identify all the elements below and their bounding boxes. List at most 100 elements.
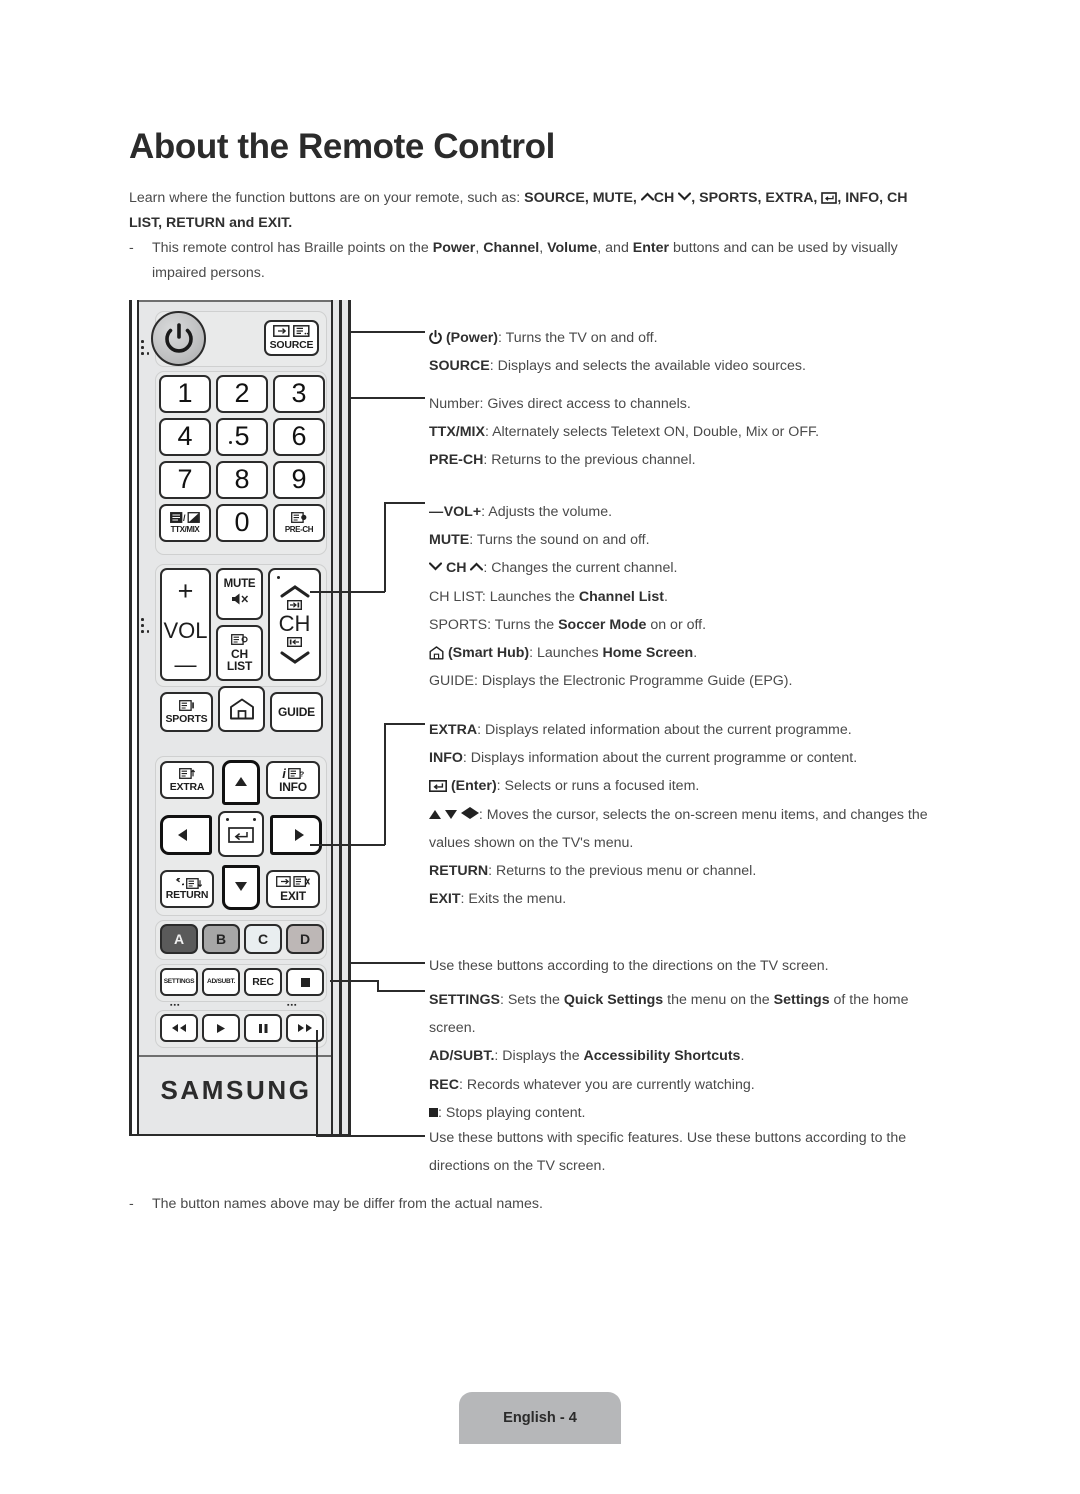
pause-button[interactable] — [244, 1014, 282, 1042]
number-2-button[interactable]: 2 — [216, 375, 268, 413]
channel-label: CH — [278, 611, 311, 637]
note-text: The button names above may be differ fro… — [152, 1196, 543, 1212]
return-label: RETURN — [165, 888, 209, 901]
extra-icon — [179, 767, 196, 781]
footer-note: - The button names above may be differ f… — [129, 1192, 929, 1217]
rec-button[interactable]: REC — [244, 968, 282, 996]
desc-enter-rest: : Selects or runs a focused item. — [496, 778, 700, 795]
desc-ttxmix-bold: TTX/MIX — [429, 424, 485, 441]
rewind-icon — [172, 1024, 186, 1032]
color-b-button[interactable]: B — [202, 924, 240, 954]
number-4-button[interactable]: 4 — [159, 418, 211, 456]
desc-extra-rest: : Displays related information about the… — [477, 722, 852, 738]
ttx-mix-button[interactable]: / TTX/MIX — [159, 504, 211, 542]
ch-list-button[interactable]: CH LIST — [216, 625, 263, 681]
desc-stop-rest: : Stops playing content. — [438, 1104, 586, 1121]
leader-line-power — [350, 331, 425, 333]
number-5-label: 5 — [234, 421, 250, 452]
desc-numbers: Number: Gives direct access to channels.… — [429, 390, 949, 475]
exit-button[interactable]: EXIT — [266, 870, 320, 908]
desc-adsubt-bold: AD/SUBT. — [429, 1048, 495, 1065]
desc-extra-line: EXTRA: Displays related information abou… — [429, 716, 944, 744]
desc-ch-bold: CH — [445, 560, 467, 577]
desc-enter-line: (Enter): Selects or runs a focused item. — [429, 772, 944, 800]
mute-button[interactable]: MUTE — [216, 568, 263, 620]
channel-button[interactable]: CH — [268, 568, 321, 681]
desc-sports-line: SPORTS: Turns the Soccer Mode on or off. — [429, 611, 949, 639]
desc-adsubt-bold2: Accessibility Shortcuts — [583, 1048, 741, 1065]
number-6-button[interactable]: 6 — [273, 418, 325, 456]
chevron-down-icon-ch — [429, 562, 442, 571]
number-8-button[interactable]: 8 — [216, 461, 268, 499]
source-icon — [272, 325, 311, 339]
number-7-button[interactable]: 7 — [159, 461, 211, 499]
channel-prev-glyph — [286, 636, 303, 647]
dpad-up-button[interactable] — [222, 760, 260, 805]
desc-prech-bold: PRE-CH — [429, 452, 484, 469]
enter-button[interactable] — [218, 811, 264, 857]
mute-icon — [231, 592, 249, 608]
desc-guide-label: GUIDE — [429, 673, 474, 690]
desc-mute-line: MUTE: Turns the sound on and off. — [429, 526, 949, 554]
mute-glyph — [231, 593, 248, 605]
extra-button[interactable]: EXTRA — [160, 761, 214, 799]
extra-label: EXTRA — [169, 780, 205, 793]
desc-number-line: Number: Gives direct access to channels. — [429, 390, 949, 418]
settings-button[interactable]: SETTINGS — [160, 968, 198, 996]
power-button[interactable] — [151, 311, 206, 366]
smart-hub-button[interactable] — [218, 686, 265, 732]
color-d-button[interactable]: D — [286, 924, 324, 954]
color-a-button[interactable]: A — [160, 924, 198, 954]
desc-ttxmix-line: TTX/MIX: Alternately selects Teletext ON… — [429, 418, 949, 446]
info-icon: i ? — [282, 767, 304, 780]
info-label: INFO — [279, 779, 307, 794]
return-list-glyph — [186, 877, 202, 889]
desc-settings-bold2: Quick Settings — [563, 992, 664, 1008]
dpad-right-button[interactable] — [270, 815, 322, 855]
page-footer-label: English - 4 — [459, 1392, 621, 1444]
desc-chlist-end: . — [664, 588, 668, 605]
return-button[interactable]: RETURN — [160, 870, 214, 908]
ttx-mix-icon: / — [170, 511, 200, 525]
power-icon-inline — [429, 330, 442, 344]
source-button[interactable]: SOURCE — [264, 320, 319, 356]
number-5-button[interactable]: 5 — [216, 418, 268, 456]
samsung-logo: SAMSUNG — [160, 1075, 312, 1105]
volume-button[interactable]: + VOL — — [160, 568, 211, 681]
dpad-down-button[interactable] — [222, 865, 260, 910]
guide-button[interactable]: GUIDE — [270, 692, 323, 732]
number-0-button[interactable]: 0 — [216, 504, 268, 542]
desc-settings-bold3: Settings — [773, 992, 830, 1008]
dpad-left-button[interactable] — [160, 815, 212, 855]
leader-line-dpad-bottom — [310, 844, 385, 846]
sports-button[interactable]: SPORTS — [160, 692, 213, 732]
rewind-button[interactable] — [160, 1014, 198, 1042]
desc-settings-line: SETTINGS: Sets the Quick Settings the me… — [429, 986, 919, 1042]
number-9-button[interactable]: 9 — [273, 461, 325, 499]
color-c-button[interactable]: C — [244, 924, 282, 954]
fast-forward-button[interactable] — [286, 1014, 324, 1042]
play-icon — [217, 1023, 225, 1033]
braille-note-power: Power — [432, 240, 476, 256]
ad-subt-button[interactable]: AD/SUBT. — [202, 968, 240, 996]
pre-ch-icon — [291, 511, 307, 525]
number-1-button[interactable]: 1 — [159, 375, 211, 413]
leader-line-volch-top — [385, 502, 425, 504]
info-button[interactable]: i ? INFO — [266, 761, 320, 799]
enter-icon-inline — [429, 780, 447, 793]
stop-square-icon — [429, 1107, 438, 1117]
mute-label: MUTE — [223, 577, 256, 590]
desc-exit-line: EXIT: Exits the menu. — [429, 885, 944, 913]
stop-button[interactable] — [286, 968, 324, 996]
play-button[interactable] — [202, 1014, 240, 1042]
chevron-down-icon — [678, 192, 692, 201]
desc-mute-bold: MUTE — [429, 532, 470, 549]
intro-paragraph: Learn where the function buttons are on … — [129, 186, 929, 236]
desc-settings-mid: : Sets the — [499, 992, 564, 1008]
number-3-button[interactable]: 3 — [273, 375, 325, 413]
ch-list-glyph — [231, 633, 248, 645]
desc-ch-rest: : Changes the current channel. — [483, 560, 678, 577]
intro-prefix: Learn where the function buttons are on … — [129, 190, 525, 206]
pre-ch-button[interactable]: PRE-CH — [273, 504, 325, 542]
desc-info-rest: : Displays information about the current… — [462, 750, 858, 767]
